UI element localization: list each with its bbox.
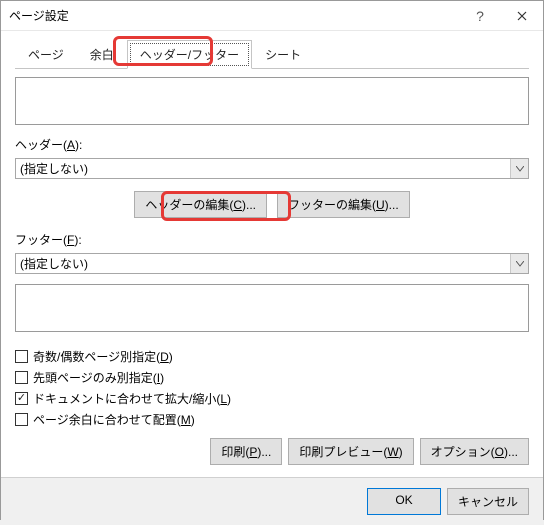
check-odd-even[interactable]: 奇数/偶数ページ別指定(D) <box>15 348 529 365</box>
chevron-down-icon <box>510 159 528 178</box>
checkbox-icon <box>15 350 28 363</box>
dialog-content: ページ 余白 ヘッダー/フッター シート ヘッダー(A): (指定しない) ヘッ… <box>1 31 543 477</box>
footer-select-value: (指定しない) <box>20 255 88 272</box>
footer-edit-button[interactable]: フッターの編集(U)... <box>277 191 410 218</box>
options-button[interactable]: オプション(O)... <box>420 438 529 465</box>
close-button[interactable] <box>501 1 543 31</box>
check-scale-doc[interactable]: ドキュメントに合わせて拡大/縮小(L) <box>15 390 529 407</box>
help-button[interactable]: ? <box>459 1 501 31</box>
header-select-value: (指定しない) <box>20 160 88 177</box>
header-label: ヘッダー(A): <box>15 136 529 153</box>
close-icon <box>517 11 527 21</box>
titlebar: ページ設定 ? <box>1 1 543 31</box>
page-setup-dialog: ページ設定 ? ページ 余白 ヘッダー/フッター シート ヘッダー(A): (指… <box>0 0 544 520</box>
footer-preview <box>15 284 529 332</box>
ok-button[interactable]: OK <box>367 488 441 515</box>
header-edit-button[interactable]: ヘッダーの編集(C)... <box>134 191 267 218</box>
cancel-button[interactable]: キャンセル <box>447 488 529 515</box>
dialog-footer: OK キャンセル <box>1 477 543 525</box>
tab-margins[interactable]: 余白 <box>77 40 127 69</box>
option-buttons-row: 印刷(P)... 印刷プレビュー(W) オプション(O)... <box>15 438 529 465</box>
checkbox-icon <box>15 371 28 384</box>
header-select[interactable]: (指定しない) <box>15 158 529 179</box>
tab-header-footer[interactable]: ヘッダー/フッター <box>127 40 252 69</box>
tab-page[interactable]: ページ <box>15 40 77 69</box>
tab-sheet[interactable]: シート <box>252 40 314 69</box>
print-preview-button[interactable]: 印刷プレビュー(W) <box>288 438 413 465</box>
footer-label: フッター(F): <box>15 231 529 248</box>
window-title: ページ設定 <box>1 7 69 24</box>
check-options: 奇数/偶数ページ別指定(D) 先頭ページのみ別指定(I) ドキュメントに合わせて… <box>15 348 529 428</box>
header-preview <box>15 77 529 125</box>
print-button[interactable]: 印刷(P)... <box>210 438 282 465</box>
check-align-margins[interactable]: ページ余白に合わせて配置(M) <box>15 411 529 428</box>
footer-select[interactable]: (指定しない) <box>15 253 529 274</box>
chevron-down-icon <box>510 254 528 273</box>
tab-strip: ページ 余白 ヘッダー/フッター シート <box>15 39 529 69</box>
checkbox-icon <box>15 392 28 405</box>
check-first-page[interactable]: 先頭ページのみ別指定(I) <box>15 369 529 386</box>
edit-buttons-row: ヘッダーの編集(C)... フッターの編集(U)... <box>15 191 529 218</box>
checkbox-icon <box>15 413 28 426</box>
